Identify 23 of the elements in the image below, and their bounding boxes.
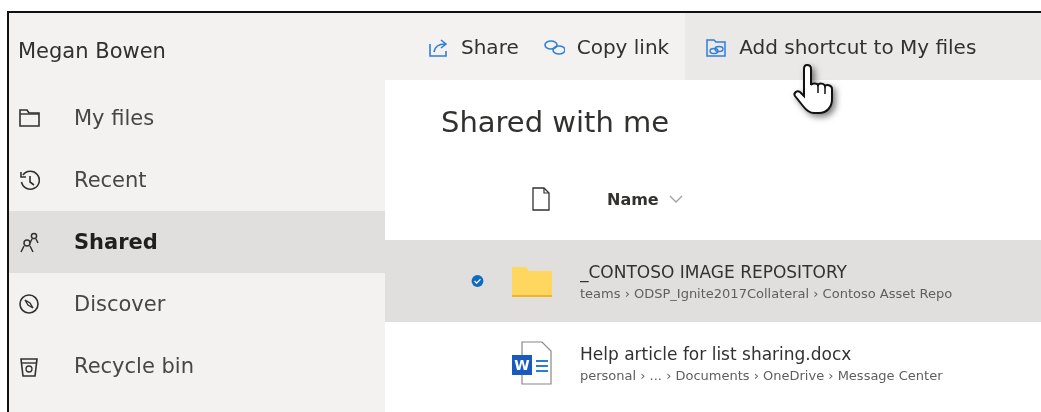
column-header[interactable]: Name	[607, 189, 683, 209]
compass-icon	[18, 293, 40, 315]
sidebar-item[interactable]: My files	[9, 87, 385, 149]
history-icon	[18, 169, 40, 191]
user-name: Megan Bowen	[17, 38, 167, 65]
sidebar-item[interactable]: Shared	[9, 211, 385, 273]
sidebar-item[interactable]: Recent	[9, 149, 385, 211]
file-name: _CONTOSO IMAGE REPOSITORY	[580, 261, 848, 282]
people-icon	[18, 231, 40, 253]
recycle-bin-icon	[18, 355, 40, 377]
sidebar-item[interactable]: Discover	[9, 273, 385, 335]
folder-icon	[18, 107, 40, 129]
sidebar-item[interactable]: Recycle bin	[9, 335, 385, 397]
folder-icon	[512, 264, 552, 298]
file-row[interactable]: _CONTOSO IMAGE REPOSITORY teams › ODSP_Ignite2017Collateral › Contoso Asset Repo	[385, 240, 1041, 322]
file-path: teams › ODSP_Ignite2017Collateral › Contoso Asset Repo	[580, 285, 953, 301]
file-name: Help article for list sharing.docx	[580, 343, 853, 364]
toolbar-button[interactable]: Copy link	[530, 13, 682, 80]
file-row[interactable]: W Help article for list sharing.docx personal › ... › Documents › OneDrive › Message Center	[385, 322, 1041, 404]
page-title: Shared with me	[441, 105, 670, 141]
file-path: personal › ... › Documents › OneDrive › Message Center	[580, 367, 943, 383]
file-type-icon	[531, 187, 551, 211]
toolbar-button[interactable]: Share	[415, 13, 531, 80]
